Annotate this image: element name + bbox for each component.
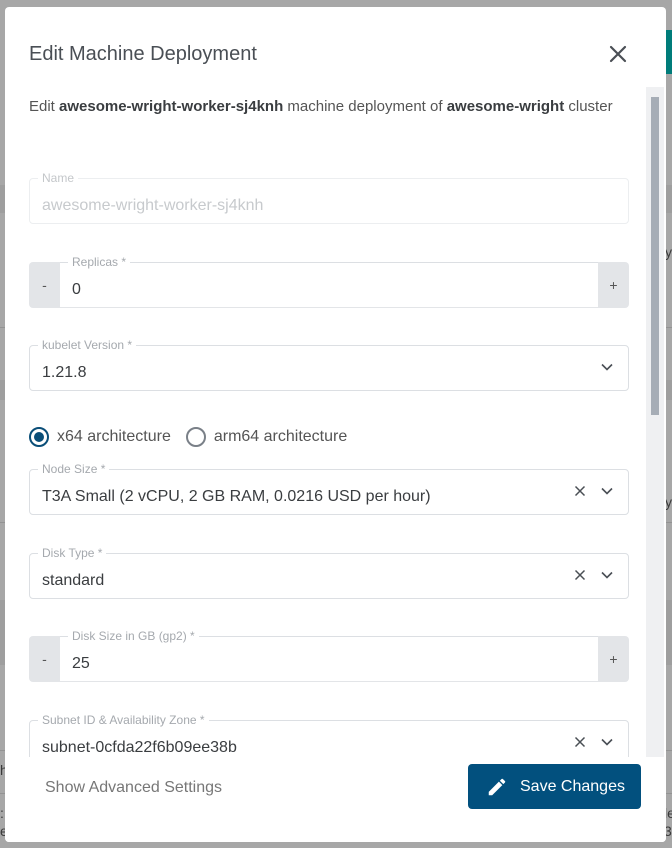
description-text: cluster [564, 98, 613, 115]
radio-checked-icon [29, 427, 49, 447]
replicas-label: Replicas * [68, 254, 131, 270]
replicas-increment-button[interactable]: + [598, 262, 629, 308]
save-changes-label: Save Changes [520, 777, 625, 795]
name-label: Name [38, 170, 79, 186]
edit-machine-deployment-dialog: Edit Machine Deployment Edit awesome-wri… [5, 7, 666, 842]
disk-size-input[interactable]: Disk Size in GB (gp2) * 25 [60, 628, 598, 681]
cluster-name: awesome-wright [446, 98, 565, 115]
kubelet-version-label: kubelet Version * [38, 337, 137, 353]
save-changes-button[interactable]: Save Changes [468, 764, 641, 809]
chevron-down-icon[interactable] [600, 360, 614, 374]
chevron-down-icon[interactable] [600, 735, 614, 749]
show-advanced-settings-link[interactable]: Show Advanced Settings [45, 779, 222, 797]
pencil-icon [488, 778, 506, 795]
machine-deployment-name: awesome-wright-worker-sj4knh [59, 98, 284, 115]
subnet-label: Subnet ID & Availability Zone * [38, 712, 209, 728]
replicas-value: 0 [72, 281, 81, 298]
replicas-input[interactable]: Replicas * 0 [60, 254, 598, 307]
clear-icon[interactable] [574, 736, 586, 748]
chevron-down-icon[interactable] [600, 568, 614, 582]
disk-size-label: Disk Size in GB (gp2) * [68, 628, 199, 644]
dialog-description: Edit awesome-wright-worker-sj4knh machin… [29, 95, 619, 119]
dialog-footer: Show Advanced Settings Save Changes [5, 757, 666, 842]
radio-x64-architecture[interactable]: x64 architecture [29, 427, 171, 447]
description-text: machine deployment of [283, 98, 447, 115]
clear-icon[interactable] [574, 569, 586, 581]
radio-arm64-architecture[interactable]: arm64 architecture [185, 427, 348, 447]
disk-type-value: standard [42, 572, 105, 589]
kubelet-version-value: 1.21.8 [42, 364, 87, 381]
description-text: Edit [29, 98, 60, 115]
background-text: y [665, 244, 672, 260]
close-button[interactable] [608, 44, 628, 64]
disk-type-label: Disk Type * [38, 545, 107, 561]
disk-size-stepper: - Disk Size in GB (gp2) * 25 + [29, 628, 629, 682]
subnet-select[interactable]: Subnet ID & Availability Zone * subnet-0… [29, 712, 629, 757]
kubelet-version-select[interactable]: kubelet Version * 1.21.8 [29, 337, 629, 391]
dialog-header: Edit Machine Deployment [29, 41, 642, 69]
disk-size-decrement-button[interactable]: - [29, 636, 60, 682]
name-field: Name awesome-wright-worker-sj4knh [29, 170, 629, 224]
name-value: awesome-wright-worker-sj4knh [42, 197, 264, 214]
disk-size-value: 25 [72, 655, 90, 672]
dialog-title: Edit Machine Deployment [29, 43, 257, 65]
clear-icon[interactable] [574, 485, 586, 497]
architecture-radio-group: x64 architecture arm64 architecture [29, 425, 362, 449]
node-size-select[interactable]: Node Size * T3A Small (2 vCPU, 2 GB RAM,… [29, 461, 629, 515]
scrollbar-thumb[interactable] [651, 97, 659, 415]
disk-type-select[interactable]: Disk Type * standard [29, 545, 629, 599]
node-size-value: T3A Small (2 vCPU, 2 GB RAM, 0.0216 USD … [42, 488, 431, 505]
background-text: : [0, 805, 4, 821]
chevron-down-icon[interactable] [600, 484, 614, 498]
radio-unchecked-icon [185, 427, 206, 447]
replicas-stepper: - Replicas * 0 + [29, 254, 629, 308]
node-size-label: Node Size * [38, 461, 110, 477]
background-text: y [665, 494, 672, 510]
subnet-value: subnet-0cfda22f6b09ee38b [42, 739, 237, 756]
dialog-content: Edit awesome-wright-worker-sj4knh machin… [5, 87, 666, 757]
disk-size-increment-button[interactable]: + [598, 636, 629, 682]
radio-label: x64 architecture [57, 428, 171, 445]
replicas-decrement-button[interactable]: - [29, 262, 60, 308]
scrollbar[interactable] [646, 87, 664, 757]
close-icon [609, 45, 627, 63]
radio-label: arm64 architecture [213, 428, 348, 445]
